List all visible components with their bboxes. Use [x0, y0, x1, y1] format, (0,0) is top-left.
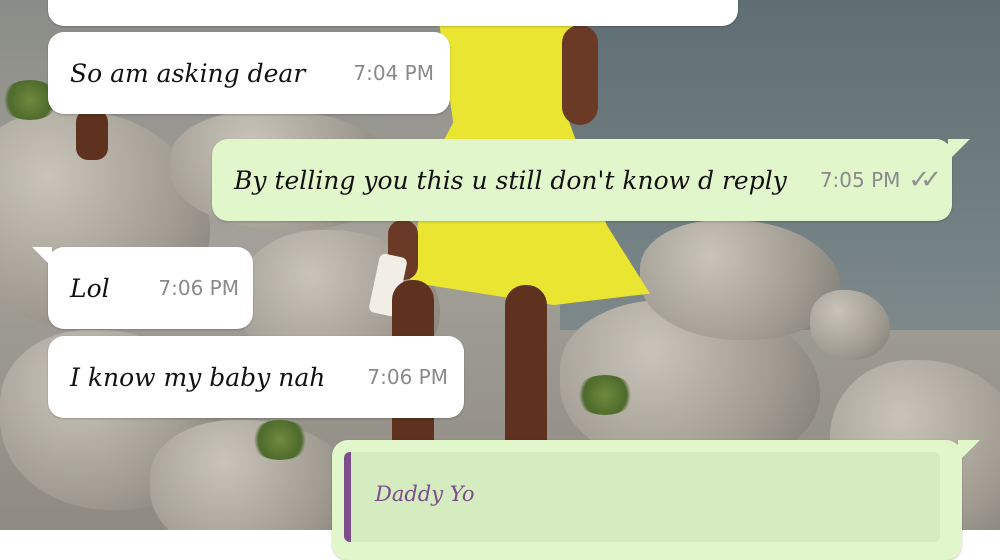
wallpaper-figure-leg [76, 110, 108, 160]
message-text: Lol [70, 273, 110, 303]
quoted-message[interactable]: Daddy Yo [344, 452, 940, 542]
message-text: I know my baby nah [70, 362, 326, 392]
bubble-tail [948, 139, 970, 161]
bubble-tail [958, 440, 980, 462]
quoted-author: Daddy Yo [375, 482, 475, 506]
message-text: By telling you this u still don't know d… [234, 165, 787, 195]
message-text: So am asking dear [70, 58, 306, 88]
message-bubble-incoming[interactable]: Lol 7:06 PM [32, 247, 253, 329]
message-bubble-incoming[interactable]: So am asking dear 7:04 PM [48, 32, 450, 114]
wallpaper-plant [250, 420, 310, 460]
message-timestamp: 7:06 PM [367, 365, 448, 389]
wallpaper-plant [575, 375, 635, 415]
message-bubble-incoming[interactable] [48, 0, 738, 26]
bubble-tail [32, 247, 52, 267]
message-bubble-incoming[interactable]: I know my baby nah 7:06 PM [48, 336, 464, 418]
double-check-icon: ✓✓ [908, 165, 941, 195]
wallpaper-figure-arm [562, 25, 598, 125]
message-timestamp: 7:05 PM [819, 168, 901, 192]
message-bubble-outgoing[interactable]: By telling you this u still don't know d… [212, 139, 970, 221]
message-timestamp: 7:04 PM [353, 61, 434, 85]
message-timestamp: 7:06 PM [158, 276, 239, 300]
